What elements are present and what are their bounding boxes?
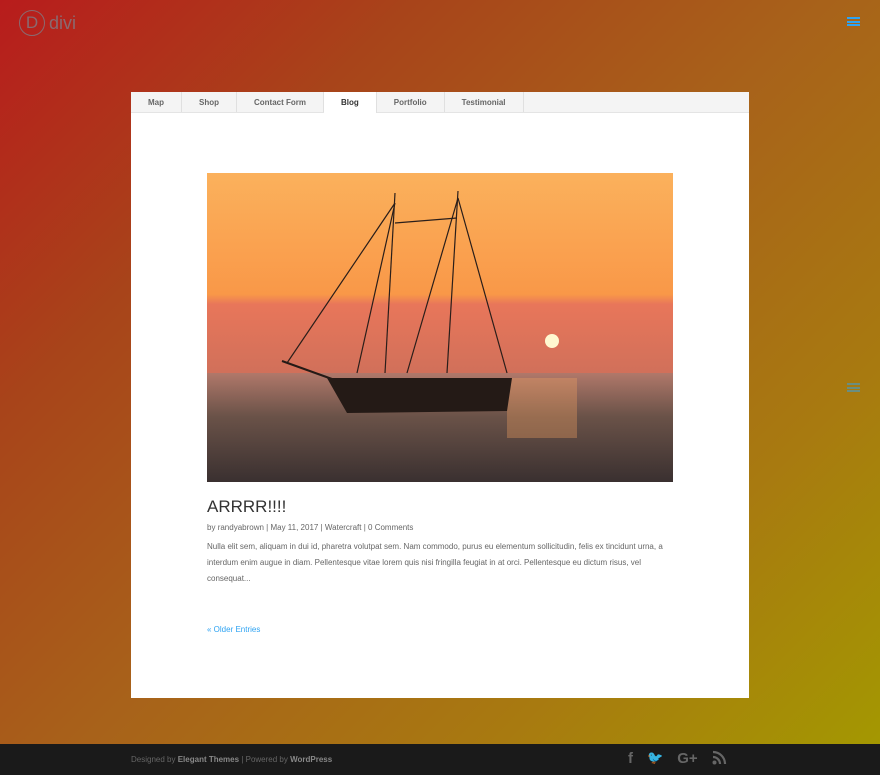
- side-menu-icon[interactable]: [847, 383, 860, 392]
- facebook-icon[interactable]: f: [628, 750, 633, 769]
- tab-bar: Map Shop Contact Form Blog Portfolio Tes…: [131, 92, 749, 113]
- elegant-themes-link[interactable]: Elegant Themes: [178, 755, 239, 764]
- content-card: Map Shop Contact Form Blog Portfolio Tes…: [131, 92, 749, 698]
- rss-icon[interactable]: [712, 750, 727, 769]
- tab-portfolio[interactable]: Portfolio: [377, 92, 445, 112]
- meta-by: by: [207, 523, 216, 532]
- twitter-icon[interactable]: 🐦: [647, 750, 663, 769]
- tab-shop[interactable]: Shop: [182, 92, 237, 112]
- hamburger-menu-icon[interactable]: [847, 17, 860, 26]
- post-title[interactable]: ARRRR!!!!: [207, 497, 286, 517]
- tab-blog[interactable]: Blog: [324, 92, 377, 113]
- footer: Designed by Elegant Themes | Powered by …: [0, 744, 880, 775]
- meta-date: May 11, 2017: [270, 523, 319, 532]
- powered-by: | Powered by: [241, 755, 288, 764]
- post-featured-image[interactable]: [207, 173, 673, 482]
- divi-logo[interactable]: D divi: [19, 10, 76, 36]
- meta-comments[interactable]: 0 Comments: [368, 523, 413, 532]
- older-entries-link[interactable]: « Older Entries: [207, 625, 260, 634]
- tab-contact-form[interactable]: Contact Form: [237, 92, 324, 112]
- designed-by: Designed by: [131, 755, 176, 764]
- logo-text: divi: [49, 12, 77, 33]
- tab-testimonial[interactable]: Testimonial: [445, 92, 524, 112]
- post-meta: by randyabrown | May 11, 2017 | Watercra…: [207, 523, 414, 532]
- meta-category[interactable]: Watercraft: [325, 523, 362, 532]
- wordpress-link[interactable]: WordPress: [290, 755, 332, 764]
- tab-map[interactable]: Map: [131, 92, 182, 112]
- footer-credits: Designed by Elegant Themes | Powered by …: [131, 755, 332, 764]
- logo-mark: D: [19, 10, 45, 36]
- meta-author[interactable]: randyabrown: [218, 523, 264, 532]
- social-icons: f 🐦 G+: [628, 750, 727, 769]
- post-excerpt: Nulla elit sem, aliquam in dui id, phare…: [207, 542, 663, 583]
- google-plus-icon[interactable]: G+: [677, 750, 697, 769]
